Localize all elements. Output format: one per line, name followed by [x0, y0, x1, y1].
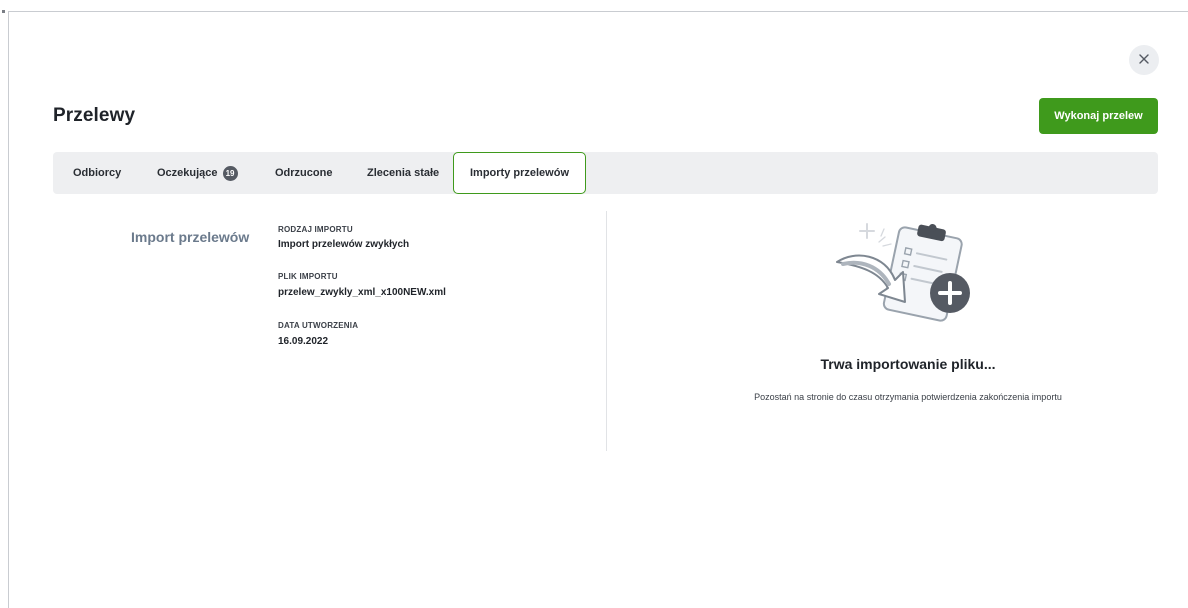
tab-recipients[interactable]: Odbiorcy: [73, 152, 121, 194]
close-button[interactable]: [1129, 45, 1159, 75]
import-status-title: Trwa importowanie pliku...: [820, 356, 996, 372]
make-transfer-button[interactable]: Wykonaj przelew: [1039, 98, 1158, 134]
window-corner-mark: [2, 10, 5, 13]
tab-standing-orders[interactable]: Zlecenia stałe: [367, 152, 439, 194]
tab-transfer-imports[interactable]: Importy przelewów: [453, 152, 586, 194]
created-date-label: DATA UTWORZENIA: [278, 321, 359, 330]
tab-bar: Odbiorcy Oczekujące 19 Odrzucone Zleceni…: [53, 152, 1158, 194]
import-type-value: Import przelewów zwykłych: [278, 239, 410, 250]
tab-label: Importy przelewów: [469, 167, 570, 179]
tab-rejected[interactable]: Odrzucone: [275, 152, 332, 194]
created-date-value: 16.09.2022: [278, 336, 329, 347]
import-type-label: RODZAJ IMPORTU: [278, 225, 353, 234]
tab-label: Oczekujące: [157, 167, 218, 179]
import-file-value: przelew_zwykly_xml_x100NEW.xml: [278, 287, 446, 298]
modal-top-border: [8, 11, 1188, 12]
tab-label: Zlecenia stałe: [367, 167, 440, 179]
clipboard-import-icon: [833, 218, 978, 330]
tab-label: Odbiorcy: [73, 167, 122, 179]
modal-left-border: [8, 11, 9, 608]
pending-count-badge: 19: [222, 165, 238, 181]
import-status-note: Pozostań na stronie do czasu otrzymania …: [754, 392, 1062, 402]
import-file-label: PLIK IMPORTU: [278, 272, 338, 281]
tab-label: Odrzucone: [275, 167, 333, 179]
page-title: Przelewy: [53, 105, 136, 126]
close-icon: [1139, 51, 1149, 69]
tab-pending[interactable]: Oczekujące 19: [157, 152, 238, 194]
section-title: Import przelewów: [131, 229, 250, 245]
vertical-divider: [606, 211, 607, 451]
